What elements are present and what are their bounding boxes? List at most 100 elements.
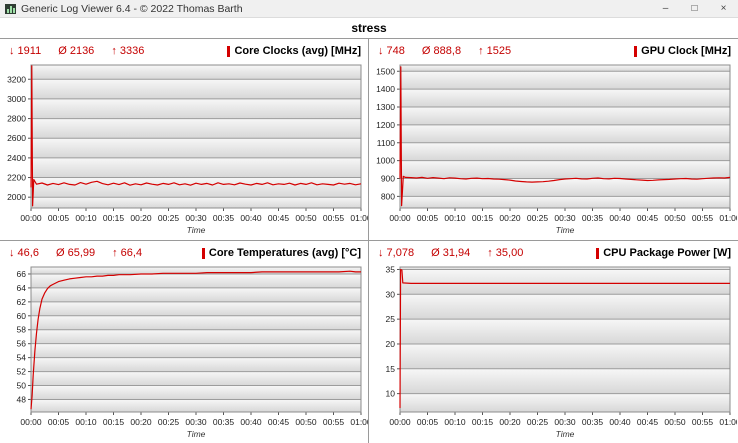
svg-text:1000: 1000 [376,156,395,166]
svg-text:00:40: 00:40 [609,417,631,427]
svg-text:52: 52 [17,367,27,377]
svg-text:00:35: 00:35 [582,417,604,427]
svg-text:48: 48 [17,394,27,404]
svg-text:00:15: 00:15 [472,213,494,223]
svg-text:00:50: 00:50 [664,213,686,223]
svg-text:01:00: 01:00 [719,417,737,427]
svg-text:1200: 1200 [376,120,395,130]
stat-avg: Ø 31,94 [431,247,470,259]
svg-text:00:30: 00:30 [185,417,207,427]
svg-text:64: 64 [17,283,27,293]
svg-text:3000: 3000 [7,94,26,104]
svg-text:00:55: 00:55 [323,213,345,223]
app-icon [5,4,16,14]
svg-text:1100: 1100 [377,138,396,148]
close-button[interactable]: × [709,0,738,17]
svg-text:00:10: 00:10 [444,213,466,223]
svg-text:Time: Time [187,429,206,439]
cpu-package-power-chart[interactable]: 10152025303500:0000:0500:1000:1500:2000:… [369,265,737,443]
svg-text:66: 66 [17,269,27,279]
chart-title: Core Temperatures (avg) [°C] [202,247,361,259]
svg-text:2800: 2800 [7,114,26,124]
svg-text:00:15: 00:15 [103,213,125,223]
stat-avg: Ø 2136 [58,45,94,57]
svg-text:00:40: 00:40 [609,213,631,223]
svg-text:35: 35 [386,265,396,274]
stat-min: ↓ 7,078 [378,247,414,259]
window-title: Generic Log Viewer 6.4 - © 2022 Thomas B… [21,3,651,15]
svg-text:01:00: 01:00 [350,213,368,223]
svg-text:00:55: 00:55 [692,213,714,223]
svg-text:15: 15 [386,364,396,374]
stats-row: ↓ 46,6 Ø 65,99 ↑ 66,4 [9,247,142,259]
stat-avg: Ø 888,8 [422,45,461,57]
svg-text:3200: 3200 [7,74,26,84]
svg-text:00:40: 00:40 [240,417,262,427]
svg-text:2200: 2200 [7,173,26,183]
svg-text:00:55: 00:55 [323,417,345,427]
svg-text:00:55: 00:55 [692,417,714,427]
svg-text:00:20: 00:20 [130,417,152,427]
panel-header: ↓ 1911 Ø 2136 ↑ 3336 Core Clocks (avg) [… [0,39,368,63]
stat-max: ↑ 3336 [111,45,144,57]
chart-grid: ↓ 1911 Ø 2136 ↑ 3336 Core Clocks (avg) [… [0,38,738,443]
svg-text:00:25: 00:25 [527,213,549,223]
stats-row: ↓ 748 Ø 888,8 ↑ 1525 [378,45,511,57]
svg-text:00:00: 00:00 [20,213,42,223]
svg-text:58: 58 [17,325,27,335]
core-temperatures-chart[interactable]: 4850525456586062646600:0000:0500:1000:15… [0,265,368,443]
chart-title: Core Clocks (avg) [MHz] [227,45,361,57]
svg-text:00:50: 00:50 [664,417,686,427]
svg-text:25: 25 [386,314,396,324]
svg-text:00:40: 00:40 [240,213,262,223]
svg-text:900: 900 [381,174,395,184]
panel-core-clocks: ↓ 1911 Ø 2136 ↑ 3336 Core Clocks (avg) [… [0,39,369,241]
svg-text:54: 54 [17,353,27,363]
svg-text:00:30: 00:30 [554,213,576,223]
svg-text:00:30: 00:30 [554,417,576,427]
tab-stress[interactable]: stress [351,21,386,35]
svg-text:00:45: 00:45 [637,417,659,427]
maximize-button[interactable]: □ [680,0,709,17]
panel-header: ↓ 46,6 Ø 65,99 ↑ 66,4 Core Temperatures … [0,241,368,265]
chart-title: CPU Package Power [W] [596,247,731,259]
minimize-button[interactable]: – [651,0,680,17]
svg-text:00:30: 00:30 [185,213,207,223]
svg-text:00:10: 00:10 [75,417,97,427]
svg-text:20: 20 [386,339,396,349]
app-window: Generic Log Viewer 6.4 - © 2022 Thomas B… [0,0,738,443]
svg-text:800: 800 [381,191,395,201]
legend-color-mark [227,46,230,57]
stats-row: ↓ 7,078 Ø 31,94 ↑ 35,00 [378,247,523,259]
svg-text:01:00: 01:00 [350,417,368,427]
svg-text:00:05: 00:05 [48,213,70,223]
svg-text:1500: 1500 [376,66,395,76]
svg-text:00:10: 00:10 [444,417,466,427]
title-bar[interactable]: Generic Log Viewer 6.4 - © 2022 Thomas B… [0,0,738,18]
svg-text:00:15: 00:15 [472,417,494,427]
gpu-clock-chart[interactable]: 80090010001100120013001400150000:0000:05… [369,63,737,239]
window-controls: – □ × [651,0,738,17]
legend-color-mark [634,46,637,57]
svg-text:00:35: 00:35 [213,417,235,427]
stat-min: ↓ 1911 [9,45,41,57]
legend-color-mark [596,248,599,259]
core-clocks-chart[interactable]: 200022002400260028003000320000:0000:0500… [0,63,368,239]
svg-text:00:50: 00:50 [295,417,317,427]
svg-text:00:35: 00:35 [582,213,604,223]
svg-text:2600: 2600 [7,133,26,143]
stats-row: ↓ 1911 Ø 2136 ↑ 3336 [9,45,144,57]
svg-text:00:45: 00:45 [268,213,290,223]
svg-text:10: 10 [386,389,396,399]
svg-text:00:20: 00:20 [499,213,521,223]
stat-max: ↑ 1525 [478,45,511,57]
svg-text:Time: Time [556,429,575,439]
svg-text:62: 62 [17,297,27,307]
stat-min: ↓ 748 [378,45,405,57]
svg-text:00:25: 00:25 [158,213,180,223]
svg-text:00:50: 00:50 [295,213,317,223]
svg-text:00:15: 00:15 [103,417,125,427]
svg-text:00:35: 00:35 [213,213,235,223]
svg-text:30: 30 [386,289,396,299]
svg-text:2400: 2400 [7,153,26,163]
